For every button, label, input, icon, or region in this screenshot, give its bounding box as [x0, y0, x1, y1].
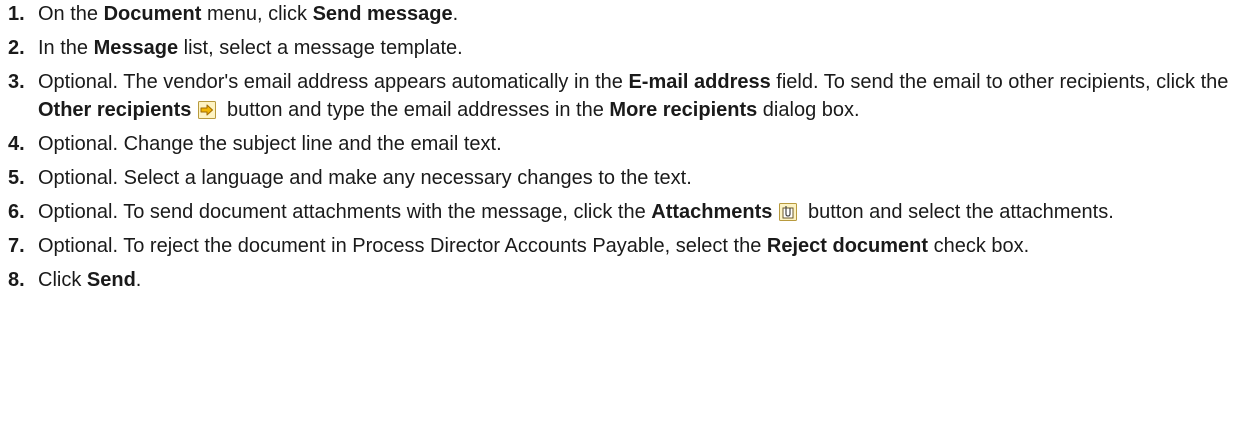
- step-text-run: button and type the email addresses in t…: [221, 99, 610, 121]
- step-item: 7. Optional. To reject the document in Pr…: [0, 232, 1256, 260]
- step-text-run: check box.: [928, 235, 1030, 257]
- attachments-icon: [778, 202, 798, 222]
- ui-term: Reject document: [766, 235, 929, 257]
- step-text-run: Optional. Change the subject line and th…: [38, 133, 502, 155]
- procedure-steps: 1. On the Document menu, click Send messa…: [0, 0, 1256, 300]
- step-number: 5.: [8, 167, 25, 189]
- step-text-run: dialog box.: [757, 99, 860, 121]
- step-text: Optional. To reject the document in Proc…: [38, 235, 1029, 257]
- step-number: 4.: [8, 133, 25, 155]
- step-text-run: .: [452, 3, 459, 25]
- ui-term: Send: [86, 269, 136, 291]
- step-text-run: .: [135, 269, 142, 291]
- step-number: 1.: [8, 3, 25, 25]
- step-text: Click Send.: [38, 269, 141, 291]
- ui-term: Other recipients: [38, 99, 192, 121]
- step-text: Optional. To send document attachments w…: [38, 201, 1114, 223]
- ui-term: Message: [93, 37, 179, 59]
- ui-term: E-mail address: [628, 71, 771, 93]
- step-text-run: menu, click: [201, 3, 313, 25]
- step-text-run: Optional. To reject the document in Proc…: [38, 235, 767, 257]
- ui-term: Attachments: [651, 201, 773, 223]
- step-text: Optional. Change the subject line and th…: [38, 133, 502, 155]
- step-text: Optional. The vendor's email address app…: [38, 71, 1228, 121]
- step-item: 8. Click Send.: [0, 266, 1256, 294]
- step-item: 5. Optional. Select a language and make a…: [0, 164, 1256, 192]
- step-text-run: Optional. To send document attachments w…: [38, 201, 652, 223]
- step-text: On the Document menu, click Send message…: [38, 3, 458, 25]
- step-item: 2. In the Message list, select a message …: [0, 34, 1256, 62]
- step-number: 6.: [8, 201, 25, 223]
- ui-term: Document: [103, 3, 202, 25]
- step-number: 8.: [8, 269, 25, 291]
- step-number: 7.: [8, 235, 25, 257]
- step-text: In the Message list, select a message te…: [38, 37, 463, 59]
- step-item: 3. Optional. The vendor's email address a…: [0, 68, 1256, 124]
- step-text-run: button and select the attachments.: [802, 201, 1114, 223]
- other-recipients-icon: [197, 100, 217, 120]
- ui-term: Send message: [312, 3, 453, 25]
- step-text-run: In the: [38, 37, 94, 59]
- step-text-run: Optional. The vendor's email address app…: [38, 71, 629, 93]
- ui-term: More recipients: [609, 99, 758, 121]
- step-text-run: On the: [38, 3, 104, 25]
- step-number: 3.: [8, 71, 25, 93]
- step-text-run: Optional. Select a language and make any…: [38, 167, 692, 189]
- step-item: 6. Optional. To send document attachments…: [0, 198, 1256, 226]
- step-item: 1. On the Document menu, click Send messa…: [0, 0, 1256, 28]
- step-number: 2.: [8, 37, 25, 59]
- step-text-run: Click: [38, 269, 87, 291]
- step-text-run: field. To send the email to other recipi…: [770, 71, 1229, 93]
- step-text-run: list, select a message template.: [178, 37, 463, 59]
- step-text: Optional. Select a language and make any…: [38, 167, 692, 189]
- step-item: 4. Optional. Change the subject line and …: [0, 130, 1256, 158]
